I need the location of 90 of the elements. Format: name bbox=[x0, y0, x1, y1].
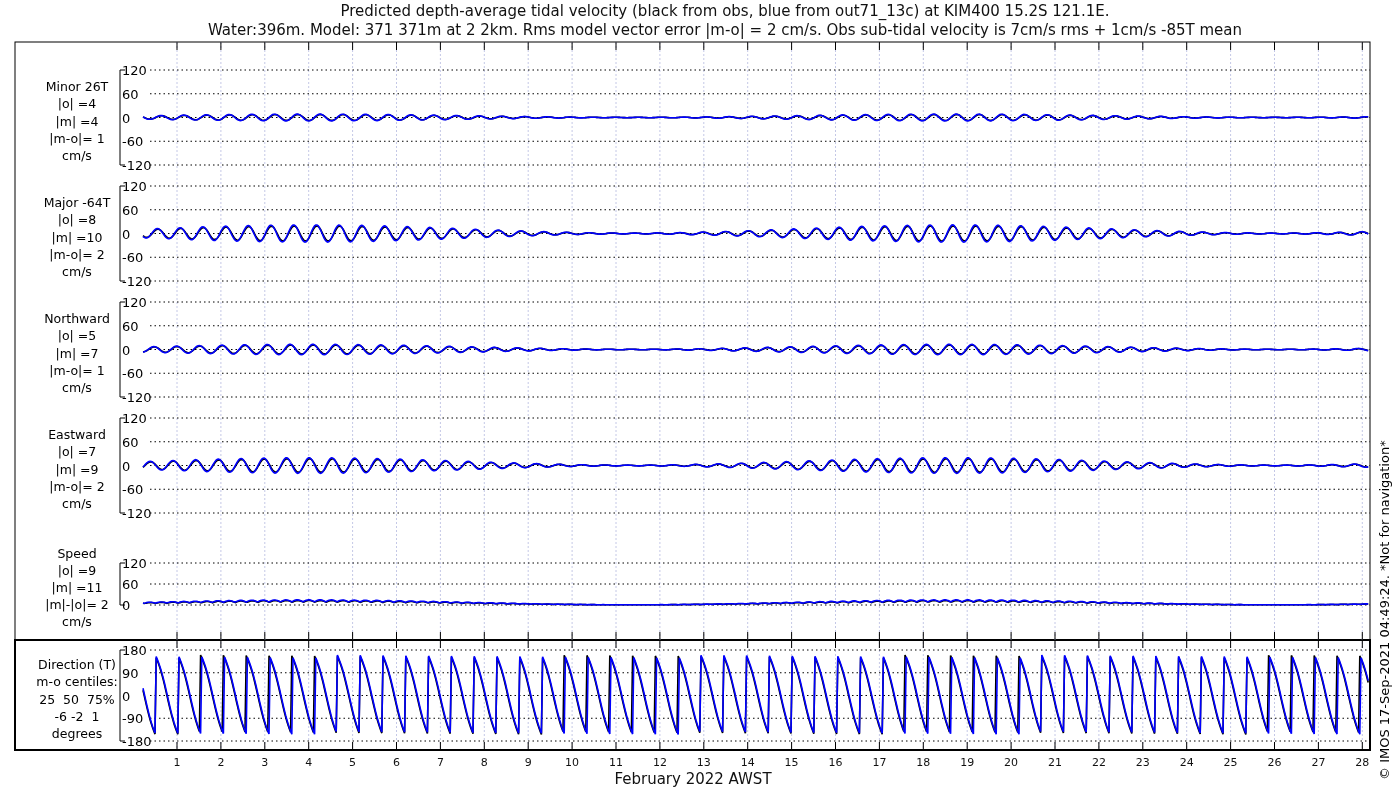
tick-label: 17 bbox=[872, 756, 887, 769]
credit-text: © IMOS 17-Sep-2021 04:49:24. *Not for navigation* bbox=[1377, 440, 1392, 780]
panel-label: Speed bbox=[57, 545, 97, 561]
tick-label: 60 bbox=[122, 434, 139, 450]
panel-label: Major -64T bbox=[43, 195, 111, 211]
tick-label: 0 bbox=[122, 688, 131, 704]
panel-label: |o| =8 bbox=[57, 212, 97, 228]
tick-label: 60 bbox=[122, 202, 139, 218]
tick-label: 24 bbox=[1179, 756, 1194, 769]
tick-label: 6 bbox=[393, 756, 400, 769]
panel-label: degrees bbox=[51, 725, 103, 741]
panel-label: cm/s bbox=[62, 614, 92, 630]
panel-label: cm/s bbox=[62, 495, 92, 511]
panel-label: |o| =4 bbox=[57, 96, 97, 112]
tick-label: 22 bbox=[1091, 756, 1106, 769]
tick-label: 180 bbox=[122, 643, 147, 658]
panel-label: Direction (T) bbox=[38, 657, 116, 673]
panel-label: |o| =9 bbox=[57, 562, 97, 578]
panel-label: |o| =5 bbox=[57, 328, 97, 344]
tick-label: 10 bbox=[565, 756, 580, 769]
tick-label: 1 bbox=[173, 756, 181, 769]
panel-label: Minor 26T bbox=[45, 79, 109, 95]
tick-label: -180 bbox=[122, 734, 152, 749]
tick-label: -60 bbox=[122, 134, 144, 150]
panel-label: 25 50 75% bbox=[39, 691, 115, 707]
panel-label: |m-o|= 2 bbox=[49, 478, 105, 494]
chart-title: Water:396m. Model: 371 371m at 2 2km. Rms model vector error |m-o| = 2 cm/s. Obs sub-tidal velocity is 7cm/s rms + 1cm/s -85T mean bbox=[208, 21, 1242, 39]
tick-label: 9 bbox=[524, 756, 532, 769]
tick-label: 2 bbox=[217, 756, 225, 769]
tick-label: -120 bbox=[122, 390, 152, 405]
panel-label: cm/s bbox=[62, 263, 92, 279]
tick-label: 21 bbox=[1048, 756, 1062, 769]
panel-label: |m-o|= 1 bbox=[49, 362, 105, 378]
tick-label: 19 bbox=[960, 756, 975, 769]
tick-label: 25 bbox=[1223, 756, 1238, 769]
panel-label: Eastward bbox=[48, 427, 106, 443]
tick-label: 0 bbox=[122, 110, 131, 126]
tick-label: 12 bbox=[652, 756, 667, 769]
tick-label: 13 bbox=[696, 756, 711, 769]
tick-label: 7 bbox=[436, 756, 444, 769]
tick-label: 16 bbox=[828, 756, 843, 769]
tick-label: 0 bbox=[122, 342, 131, 358]
tick-label: 0 bbox=[122, 226, 131, 242]
panel-label: |m| =4 bbox=[55, 113, 99, 129]
tick-label: 18 bbox=[916, 756, 931, 769]
panel-label: m-o centiles: bbox=[36, 674, 118, 690]
tick-label: -60 bbox=[122, 482, 144, 498]
tick-label: 5 bbox=[349, 756, 357, 769]
panel-label: |m| =11 bbox=[51, 580, 103, 595]
chart-title: Predicted depth-average tidal velocity (black from obs, blue from out71_13c) at KIM400 15.2S 121.1E. bbox=[340, 2, 1110, 20]
tick-label: 120 bbox=[122, 179, 147, 194]
tick-label: 27 bbox=[1311, 756, 1326, 769]
tick-label: -120 bbox=[122, 158, 152, 173]
panel-label: -6 -2 1 bbox=[54, 708, 100, 724]
tick-label: 28 bbox=[1355, 756, 1370, 769]
tick-label: 14 bbox=[740, 756, 755, 769]
tick-label: -60 bbox=[122, 250, 144, 266]
tick-label: 120 bbox=[122, 63, 147, 78]
tick-label: 26 bbox=[1267, 756, 1282, 769]
tick-label: 60 bbox=[122, 86, 139, 102]
tick-label: -90 bbox=[122, 711, 144, 727]
tick-label: 120 bbox=[122, 411, 147, 426]
tick-label: 60 bbox=[122, 577, 139, 592]
tick-label: 20 bbox=[1004, 756, 1019, 769]
tick-label: 11 bbox=[609, 756, 623, 769]
x-axis-label: February 2022 AWST bbox=[614, 770, 772, 788]
tick-label: 3 bbox=[261, 756, 269, 769]
tick-label: -60 bbox=[122, 366, 144, 382]
panel-label: cm/s bbox=[62, 147, 92, 163]
panel-label: cm/s bbox=[62, 379, 92, 395]
panel-label: |m| =10 bbox=[51, 229, 103, 245]
tick-label: 23 bbox=[1135, 756, 1150, 769]
panel-label: |o| =7 bbox=[57, 444, 97, 460]
tick-label: 8 bbox=[480, 756, 488, 769]
tick-label: 0 bbox=[122, 458, 131, 474]
panel-label: |m-o|= 1 bbox=[49, 130, 105, 146]
panel-label: |m|-|o|= 2 bbox=[45, 597, 109, 613]
panel-label: |m| =9 bbox=[55, 461, 99, 477]
panel-label: |m-o|= 2 bbox=[49, 246, 105, 262]
panel-label: Northward bbox=[44, 311, 110, 327]
panel-label: |m| =7 bbox=[55, 345, 99, 361]
tick-label: 15 bbox=[784, 756, 799, 769]
tick-label: 0 bbox=[122, 598, 131, 613]
tick-label: 120 bbox=[122, 295, 147, 310]
tick-label: -120 bbox=[122, 274, 152, 289]
tick-label: 60 bbox=[122, 318, 139, 334]
tick-label: 90 bbox=[122, 665, 139, 681]
tick-label: 120 bbox=[122, 556, 147, 571]
tick-label: 4 bbox=[305, 756, 313, 769]
tick-label: -120 bbox=[122, 506, 152, 521]
